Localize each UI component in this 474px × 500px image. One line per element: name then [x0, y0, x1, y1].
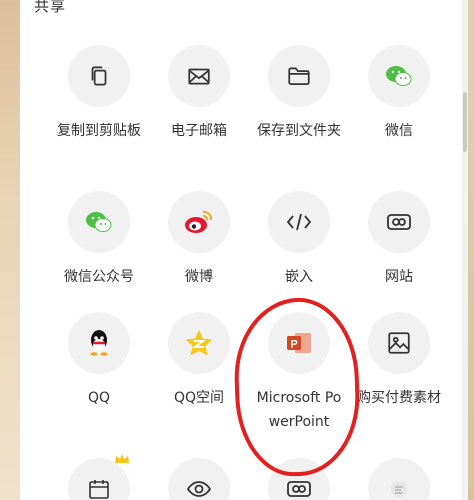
share-item-weibo[interactable]: 微博 — [149, 191, 249, 289]
share-grid: 复制到剪贴板 电子邮箱 保存到文件夹 微信 微信公众号 微博 嵌入 网站 QQ … — [20, 0, 462, 500]
share-item-label: 复制到剪贴板 — [57, 123, 141, 139]
share-item-label: QQ空间 — [173, 390, 225, 406]
share-item-copy[interactable]: 复制到剪贴板 — [49, 45, 149, 143]
share-item-label: 网站 — [385, 269, 413, 285]
share-item-qzone[interactable]: QQ空间 — [149, 312, 249, 410]
copy-icon — [86, 63, 112, 89]
share-item-label: 嵌入 — [285, 269, 313, 285]
link-icon — [385, 210, 413, 234]
background-left — [0, 0, 20, 500]
crown-icon — [114, 450, 130, 463]
wechat-icon — [384, 63, 414, 89]
share-item-website[interactable]: 网站 — [349, 191, 449, 289]
share-item-buy-assets[interactable]: 购买付费素材 — [349, 312, 449, 410]
scrollbar-track[interactable] — [462, 0, 468, 500]
share-item-wechat[interactable]: 微信 — [349, 45, 449, 143]
share-item-label: QQ — [87, 390, 111, 406]
image-icon — [386, 330, 412, 356]
calendar-icon — [87, 477, 111, 500]
share-item-preview[interactable] — [149, 458, 249, 500]
eye-icon — [186, 479, 212, 499]
share-item-qq[interactable]: QQ — [49, 312, 149, 410]
share-item-embed[interactable]: 嵌入 — [249, 191, 349, 289]
weibo-icon — [183, 208, 215, 236]
share-item-label: 电子邮箱 — [171, 123, 227, 139]
folder-icon — [286, 63, 312, 89]
share-item-calendar[interactable] — [49, 454, 149, 500]
share-item-label: 微博 — [185, 269, 213, 285]
scrollbar-thumb[interactable] — [463, 92, 467, 152]
share-item-label: 购买付费素材 — [357, 390, 441, 406]
qzone-icon — [184, 328, 214, 358]
wechat-official-icon — [84, 209, 114, 235]
thumbnail-icon — [387, 477, 411, 500]
embed-icon — [285, 211, 313, 233]
share-item-folder[interactable]: 保存到文件夹 — [249, 45, 349, 143]
share-item-wechat-official[interactable]: 微信公众号 — [49, 191, 149, 289]
share-item-email[interactable]: 电子邮箱 — [149, 45, 249, 143]
share-item-thumbnail[interactable] — [349, 458, 449, 500]
mail-icon — [186, 63, 212, 89]
share-panel: 共享 复制到剪贴板 电子邮箱 保存到文件夹 微信 微信公众号 微博 嵌入 网站 … — [20, 0, 462, 500]
share-item-label: 微信 — [385, 123, 413, 139]
link-icon — [285, 477, 313, 500]
qq-icon — [86, 328, 112, 358]
share-item-label: 保存到文件夹 — [257, 123, 341, 139]
share-item-label: 微信公众号 — [64, 269, 134, 285]
